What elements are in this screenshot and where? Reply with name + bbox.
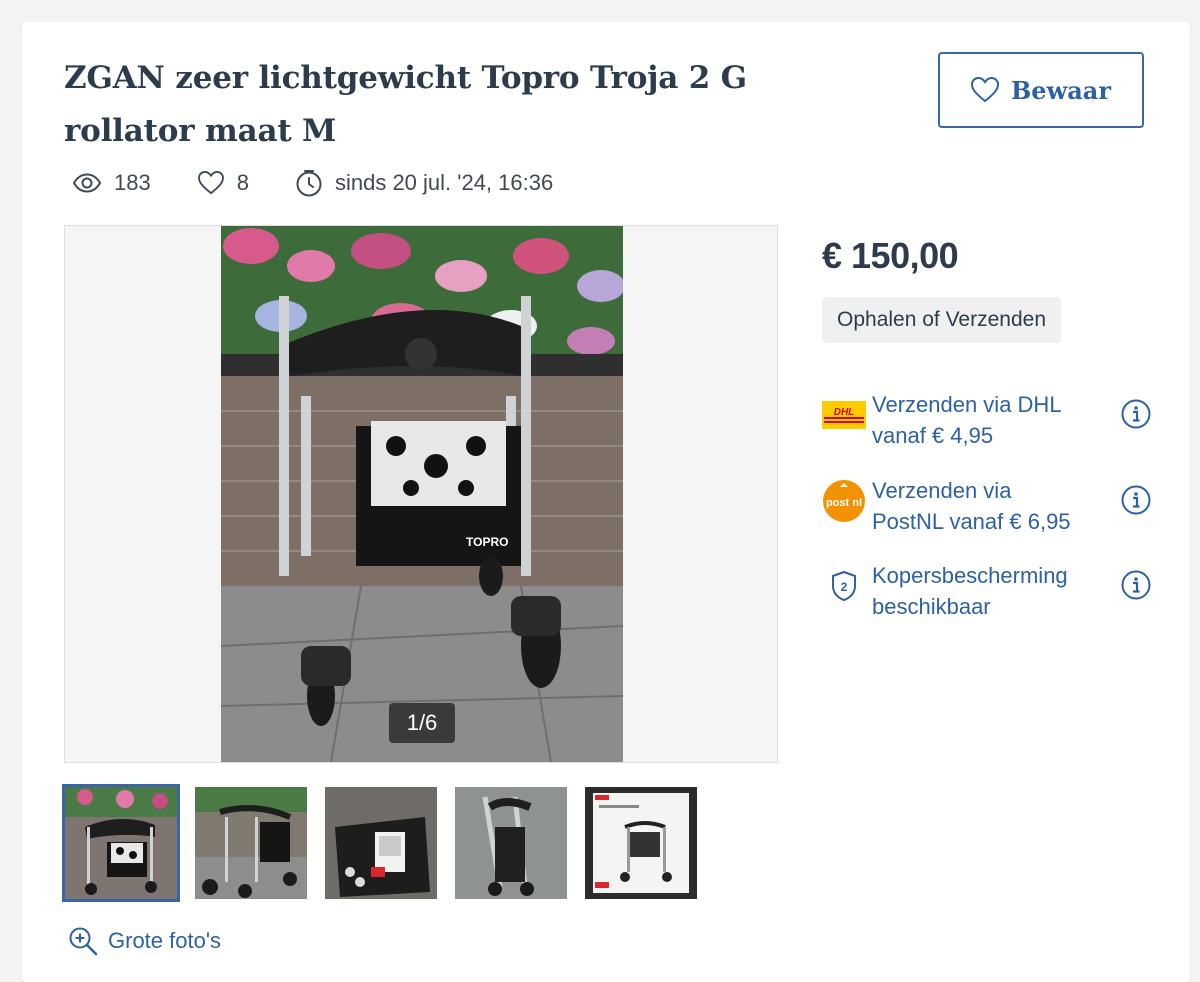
buyer-protection-line2: beschikbaar <box>872 594 991 619</box>
svg-text:2: 2 <box>841 580 848 594</box>
shipping-postnl-line1: Verzenden via <box>872 478 1012 503</box>
thumbnail-1[interactable] <box>62 784 180 902</box>
large-photos-link[interactable]: Grote foto's <box>68 926 221 956</box>
listing-card: ZGAN zeer lichtgewicht Topro Troja 2 G r… <box>22 22 1190 982</box>
shipping-dhl-line1: Verzenden via DHL <box>872 392 1062 417</box>
rollator-photo: TOPRO <box>221 226 623 762</box>
large-photos-label: Grote foto's <box>108 928 222 953</box>
info-icon[interactable] <box>1120 484 1152 516</box>
info-icon[interactable] <box>1120 398 1152 430</box>
zoom-in-icon <box>69 927 98 956</box>
thumbnail-3[interactable] <box>325 787 437 899</box>
svg-text:DHL: DHL <box>834 407 855 418</box>
main-photo[interactable]: TOPRO <box>221 226 623 762</box>
thumbnail-2[interactable] <box>195 787 307 899</box>
info-icon[interactable] <box>1120 569 1152 601</box>
listing-stats: 183 8 sinds 20 jul. '24, 16:36 <box>72 168 599 198</box>
clock-icon <box>296 170 322 197</box>
postnl-logo: post nl <box>822 479 866 523</box>
listing-price: € 150,00 <box>822 235 959 276</box>
shipping-dhl-line2: vanaf € 4,95 <box>872 423 994 448</box>
save-button-label: Bewaar <box>1011 75 1111 105</box>
shipping-option-postnl: post nl Verzenden via PostNL vanaf € 6,9… <box>822 475 1152 537</box>
since-stat: sinds 20 jul. '24, 16:36 <box>295 169 553 197</box>
views-stat: 183 <box>72 170 151 196</box>
dhl-logo: DHL <box>822 393 866 437</box>
shipping-dhl-link[interactable]: Verzenden via DHL vanaf € 4,95 <box>872 389 1120 451</box>
views-count: 183 <box>114 170 151 195</box>
shipping-option-dhl: DHL Verzenden via DHL vanaf € 4,95 <box>822 389 1152 451</box>
svg-text:post nl: post nl <box>826 497 862 509</box>
photo-brand-text: TOPRO <box>466 535 508 549</box>
favorites-stat: 8 <box>197 170 249 196</box>
buyer-protection-line1: Kopersbescherming <box>872 563 1068 588</box>
listed-since: sinds 20 jul. '24, 16:36 <box>334 170 554 195</box>
buyer-protection-shield-icon: 2 <box>822 564 866 608</box>
photo-counter: 1/6 <box>389 703 455 743</box>
shipping-postnl-line2: PostNL vanaf € 6,95 <box>872 509 1071 534</box>
thumbnail-4[interactable] <box>455 787 567 899</box>
heart-icon <box>971 77 1000 103</box>
favorites-count: 8 <box>236 170 249 195</box>
heart-outline-icon <box>197 171 224 195</box>
save-button[interactable]: Bewaar <box>938 52 1144 128</box>
listing-title: ZGAN zeer lichtgewicht Topro Troja 2 G r… <box>64 60 747 149</box>
shipping-postnl-link[interactable]: Verzenden via PostNL vanaf € 6,95 <box>872 475 1120 537</box>
photo-gallery[interactable]: TOPRO 1/6 <box>64 225 778 763</box>
thumbnail-5[interactable] <box>585 787 697 899</box>
eye-icon <box>72 173 102 193</box>
buyer-protection-link[interactable]: Kopersbescherming beschikbaar <box>872 560 1120 622</box>
buyer-protection: 2 Kopersbescherming beschikbaar <box>822 560 1152 622</box>
thumbnail-strip <box>62 784 697 902</box>
delivery-method-badge: Ophalen of Verzenden <box>822 297 1061 343</box>
